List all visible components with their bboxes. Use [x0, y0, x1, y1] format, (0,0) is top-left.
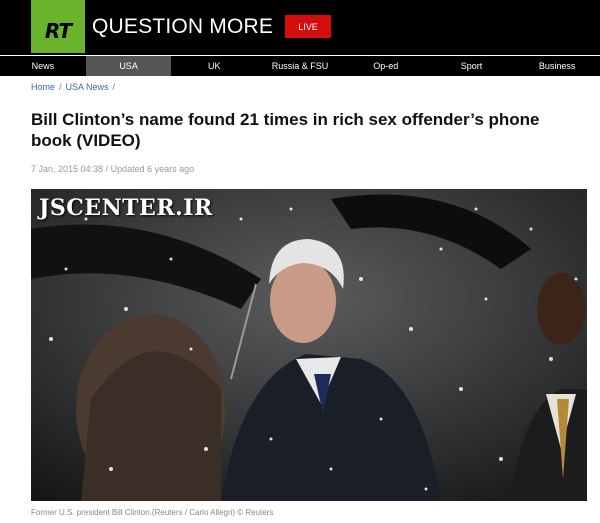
live-button[interactable]: LIVE	[285, 15, 331, 38]
breadcrumb-usa-news[interactable]: USA News	[66, 82, 109, 92]
nav-item-news[interactable]: News	[0, 56, 86, 76]
nav-item-business[interactable]: Business	[514, 56, 600, 76]
article-title: Bill Clinton’s name found 21 times in ri…	[31, 110, 540, 150]
article-timestamp: 7 Jan, 2015 04:38 / Updated 6 years ago	[31, 164, 195, 174]
nav-item-op-ed[interactable]: Op-ed	[343, 56, 429, 76]
main-nav: News USA UK Russia & FSU Op-ed Sport Bus…	[0, 56, 600, 76]
nav-item-usa[interactable]: USA	[85, 56, 172, 76]
watermark-text: JSCENTER.IR	[39, 195, 213, 221]
breadcrumb-separator: /	[59, 82, 62, 92]
site-header: RT QUESTION MORE LIVE	[0, 0, 600, 55]
rt-logo[interactable]: RT	[31, 0, 85, 53]
breadcrumb: Home / USA News /	[31, 82, 115, 92]
nav-item-uk[interactable]: UK	[171, 56, 257, 76]
nav-item-russia-fsu[interactable]: Russia & FSU	[257, 56, 343, 76]
logo-text: RT	[44, 19, 72, 43]
photo-caption: Former U.S. president Bill Clinton.(Reut…	[31, 508, 274, 517]
nav-item-sport[interactable]: Sport	[429, 56, 515, 76]
breadcrumb-home[interactable]: Home	[31, 82, 55, 92]
photo-illustration	[31, 189, 587, 501]
article-photo[interactable]: JSCENTER.IR	[31, 189, 587, 501]
site-tagline: QUESTION MORE	[92, 15, 274, 38]
breadcrumb-separator: /	[112, 82, 116, 92]
